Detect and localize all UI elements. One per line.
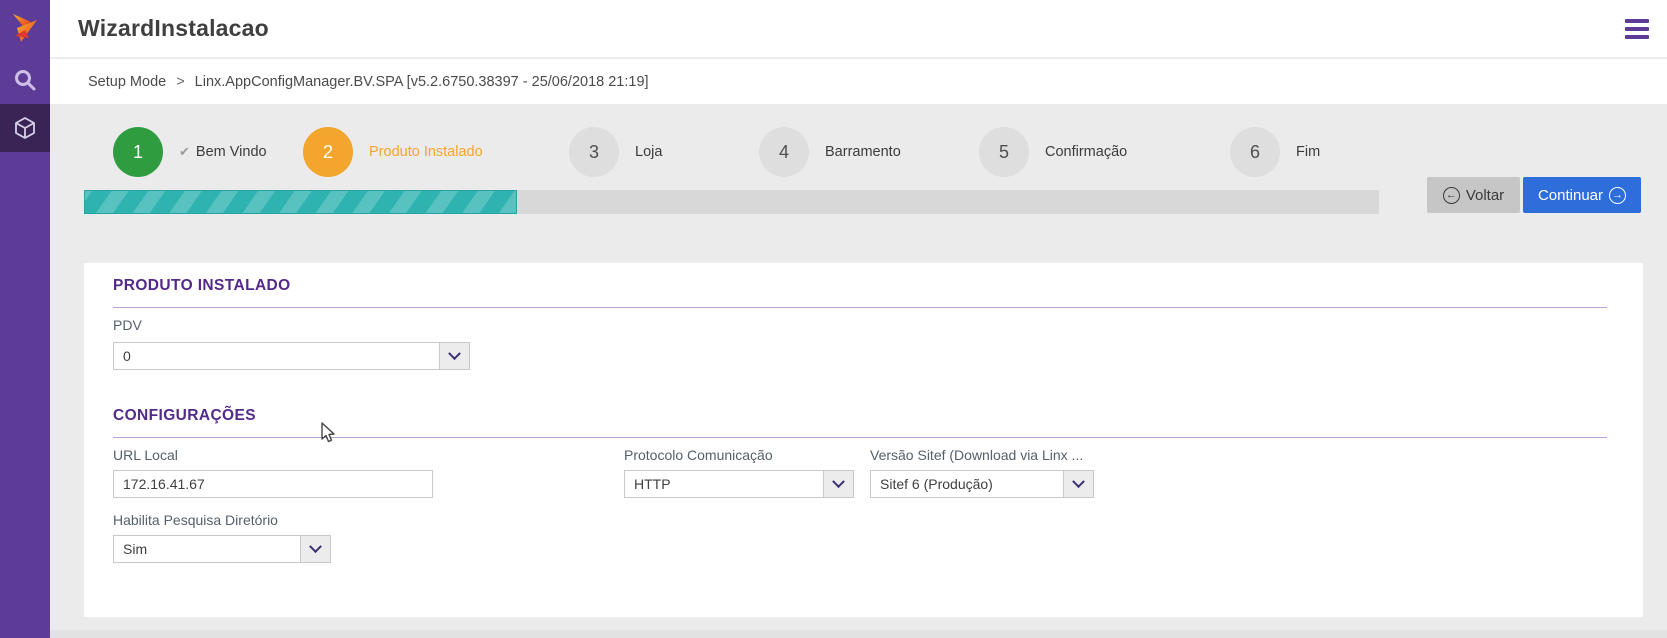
step-label: Barramento bbox=[825, 144, 901, 160]
check-icon: ✔ bbox=[179, 144, 190, 159]
step-label: Loja bbox=[635, 144, 663, 160]
section-title-produto-instalado: PRODUTO INSTALADO bbox=[113, 277, 291, 294]
step-confirmacao[interactable]: 5 Confirmação bbox=[979, 127, 1127, 177]
step-number-badge: 3 bbox=[569, 127, 619, 177]
pdv-select[interactable]: 0 bbox=[113, 342, 470, 370]
step-number-badge: 5 bbox=[979, 127, 1029, 177]
chevron-down-icon[interactable] bbox=[1064, 470, 1094, 498]
step-number-badge: 6 bbox=[1230, 127, 1280, 177]
chevron-down-icon[interactable] bbox=[301, 535, 331, 563]
breadcrumb-item-setup-mode[interactable]: Setup Mode bbox=[88, 74, 166, 90]
step-produto-instalado[interactable]: 2 Produto Instalado bbox=[303, 127, 483, 177]
wizard-page: WizardInstalacao Setup Mode > Linx.AppConf… bbox=[0, 0, 1667, 638]
versao-sitef-label: Versão Sitef (Download via Linx ... bbox=[870, 447, 1084, 463]
breadcrumb-item-app-version: Linx.AppConfigManager.BV.SPA [v5.2.6750.… bbox=[194, 73, 649, 90]
step-number-badge: 2 bbox=[303, 127, 353, 177]
bottom-strip bbox=[50, 630, 1667, 638]
step-number-badge: 4 bbox=[759, 127, 809, 177]
protocolo-select[interactable]: HTTP bbox=[624, 470, 854, 498]
header: WizardInstalacao bbox=[50, 0, 1667, 58]
breadcrumb-bar: Setup Mode > Linx.AppConfigManager.BV.SPA … bbox=[50, 59, 1667, 104]
chevron-down-icon[interactable] bbox=[824, 470, 854, 498]
chevron-down-icon[interactable] bbox=[440, 342, 470, 370]
search-icon bbox=[15, 70, 36, 91]
section-divider bbox=[113, 437, 1607, 438]
sidebar-item-search[interactable] bbox=[0, 56, 50, 104]
step-bem-vindo[interactable]: 1 ✔ Bem Vindo bbox=[113, 127, 267, 177]
step-label: Produto Instalado bbox=[369, 144, 483, 160]
habilita-pesquisa-label: Habilita Pesquisa Diretório bbox=[113, 512, 278, 528]
voltar-button[interactable]: ← Voltar bbox=[1427, 177, 1520, 213]
main-content: 1 ✔ Bem Vindo 2 Produto Instalado 3 Loja… bbox=[50, 104, 1667, 638]
habilita-pesquisa-select[interactable]: Sim bbox=[113, 535, 331, 563]
sidebar-item-package[interactable] bbox=[0, 104, 50, 152]
breadcrumb-separator: > bbox=[176, 73, 185, 90]
habilita-pesquisa-select-value: Sim bbox=[113, 535, 301, 563]
step-barramento[interactable]: 4 Barramento bbox=[759, 127, 901, 177]
pdv-label: PDV bbox=[113, 317, 142, 333]
protocolo-label: Protocolo Comunicação bbox=[624, 447, 773, 463]
hamburger-menu-icon[interactable] bbox=[1625, 19, 1649, 39]
versao-sitef-select[interactable]: Sitef 6 (Produção) bbox=[870, 470, 1094, 498]
step-label: Confirmação bbox=[1045, 144, 1128, 160]
linx-logo-icon bbox=[13, 14, 37, 42]
step-fim[interactable]: 6 Fim bbox=[1230, 127, 1320, 177]
continuar-button[interactable]: Continuar → bbox=[1523, 177, 1641, 213]
versao-sitef-select-value: Sitef 6 (Produção) bbox=[870, 470, 1064, 498]
url-local-input[interactable] bbox=[113, 470, 433, 498]
page-title: WizardInstalacao bbox=[78, 15, 269, 41]
url-local-label: URL Local bbox=[113, 447, 178, 463]
step-label: ✔ Bem Vindo bbox=[179, 144, 267, 160]
protocolo-select-value: HTTP bbox=[624, 470, 824, 498]
section-title-configuracoes: CONFIGURAÇÕES bbox=[113, 407, 256, 424]
section-divider bbox=[113, 307, 1607, 308]
linx-logo[interactable] bbox=[0, 6, 50, 52]
step-label: Fim bbox=[1296, 144, 1321, 160]
form-card: PRODUTO INSTALADO PDV 0 CONFIGURAÇÕES UR… bbox=[84, 263, 1643, 617]
wizard-progress-fill bbox=[84, 190, 517, 214]
package-icon bbox=[15, 117, 35, 139]
step-number-badge: 1 bbox=[113, 127, 163, 177]
pdv-select-value: 0 bbox=[113, 342, 440, 370]
wizard-progress-bar bbox=[84, 190, 1379, 214]
arrow-left-circle-icon: ← bbox=[1442, 186, 1460, 204]
arrow-right-circle-icon: → bbox=[1609, 186, 1627, 204]
sidebar bbox=[0, 0, 50, 638]
breadcrumb: Setup Mode > Linx.AppConfigManager.BV.SPA … bbox=[88, 74, 649, 90]
step-loja[interactable]: 3 Loja bbox=[569, 127, 662, 177]
